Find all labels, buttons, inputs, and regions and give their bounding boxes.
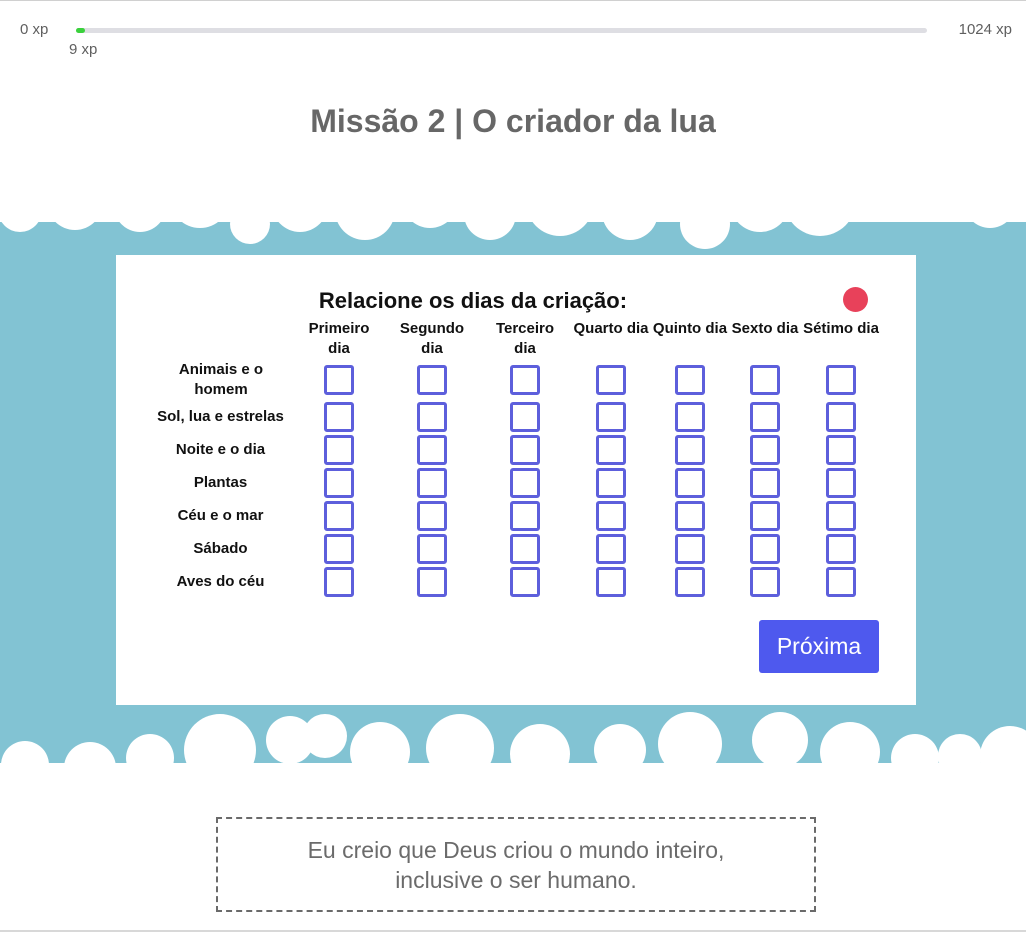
- answer-checkbox[interactable]: [750, 365, 780, 395]
- answer-checkbox[interactable]: [826, 468, 856, 498]
- answer-checkbox[interactable]: [596, 567, 626, 597]
- answer-checkbox[interactable]: [596, 402, 626, 432]
- answer-checkbox[interactable]: [750, 501, 780, 531]
- answer-checkbox[interactable]: [596, 468, 626, 498]
- answer-checkbox[interactable]: [510, 567, 540, 597]
- answer-checkbox[interactable]: [324, 468, 354, 498]
- row-label: Céu e o mar: [177, 507, 264, 524]
- verse-box: Eu creio que Deus criou o mundo inteiro,…: [216, 817, 816, 912]
- answer-checkbox[interactable]: [596, 501, 626, 531]
- row-label: Aves do céu: [176, 573, 265, 590]
- status-indicator: [843, 287, 868, 312]
- row-label: Sábado: [193, 540, 248, 557]
- xp-max-label: 1024 xp: [958, 21, 1012, 38]
- column-header: Sétimo dia: [803, 320, 879, 337]
- answer-checkbox[interactable]: [417, 534, 447, 564]
- answer-checkbox[interactable]: [750, 468, 780, 498]
- answer-checkbox[interactable]: [417, 468, 447, 498]
- answer-checkbox[interactable]: [826, 501, 856, 531]
- answer-checkbox[interactable]: [675, 402, 705, 432]
- mission-title: Missão 2 | O criador da lua: [310, 103, 716, 139]
- verse-text: Eu creio que Deus criou o mundo inteiro,…: [307, 836, 725, 893]
- answer-checkbox[interactable]: [675, 468, 705, 498]
- answer-checkbox[interactable]: [417, 402, 447, 432]
- answer-checkbox[interactable]: [675, 435, 705, 465]
- question-panel: Relacione os dias da criação: Próxima Pr…: [116, 255, 916, 705]
- column-header: Quarto dia: [573, 320, 649, 337]
- xp-progress-fill: [76, 28, 85, 33]
- answer-checkbox[interactable]: [510, 402, 540, 432]
- answer-checkbox[interactable]: [596, 435, 626, 465]
- answer-checkbox[interactable]: [826, 402, 856, 432]
- answer-checkbox[interactable]: [324, 567, 354, 597]
- answer-checkbox[interactable]: [675, 501, 705, 531]
- xp-current-label: 9 xp: [69, 41, 98, 58]
- answer-checkbox[interactable]: [510, 435, 540, 465]
- answer-checkbox[interactable]: [324, 534, 354, 564]
- next-button[interactable]: Próxima: [759, 620, 879, 673]
- column-header: Segundo dia: [399, 320, 465, 357]
- answer-checkbox[interactable]: [826, 435, 856, 465]
- answer-checkbox[interactable]: [417, 567, 447, 597]
- answer-checkbox[interactable]: [750, 567, 780, 597]
- answer-checkbox[interactable]: [826, 534, 856, 564]
- question-title: Relacione os dias da criação:: [318, 288, 628, 313]
- answer-checkbox[interactable]: [510, 534, 540, 564]
- answer-checkbox[interactable]: [324, 365, 354, 395]
- top-border: [0, 0, 1026, 1]
- answer-checkbox[interactable]: [417, 365, 447, 395]
- answer-checkbox[interactable]: [324, 435, 354, 465]
- answer-checkbox[interactable]: [596, 365, 626, 395]
- column-header: Terceiro dia: [495, 320, 555, 357]
- answer-checkbox[interactable]: [417, 501, 447, 531]
- xp-min-label: 0 xp: [20, 21, 49, 38]
- column-header: Quinto dia: [652, 320, 728, 337]
- answer-checkbox[interactable]: [324, 402, 354, 432]
- answer-checkbox[interactable]: [596, 534, 626, 564]
- answer-checkbox[interactable]: [510, 468, 540, 498]
- answer-checkbox[interactable]: [750, 402, 780, 432]
- row-label: Sol, lua e estrelas: [157, 408, 284, 425]
- row-label: Animais e o homem: [178, 361, 264, 398]
- answer-checkbox[interactable]: [750, 435, 780, 465]
- answer-checkbox[interactable]: [826, 365, 856, 395]
- column-header: Primeiro dia: [308, 320, 370, 357]
- row-label: Plantas: [193, 474, 248, 491]
- answer-checkbox[interactable]: [510, 365, 540, 395]
- column-header: Sexto dia: [731, 320, 799, 337]
- xp-progress-bar: [76, 28, 927, 33]
- answer-checkbox[interactable]: [675, 567, 705, 597]
- answer-checkbox[interactable]: [750, 534, 780, 564]
- answer-checkbox[interactable]: [675, 365, 705, 395]
- answer-checkbox[interactable]: [417, 435, 447, 465]
- answer-checkbox[interactable]: [324, 501, 354, 531]
- answer-checkbox[interactable]: [510, 501, 540, 531]
- answer-checkbox[interactable]: [675, 534, 705, 564]
- row-label: Noite e o dia: [175, 441, 266, 458]
- answer-checkbox[interactable]: [826, 567, 856, 597]
